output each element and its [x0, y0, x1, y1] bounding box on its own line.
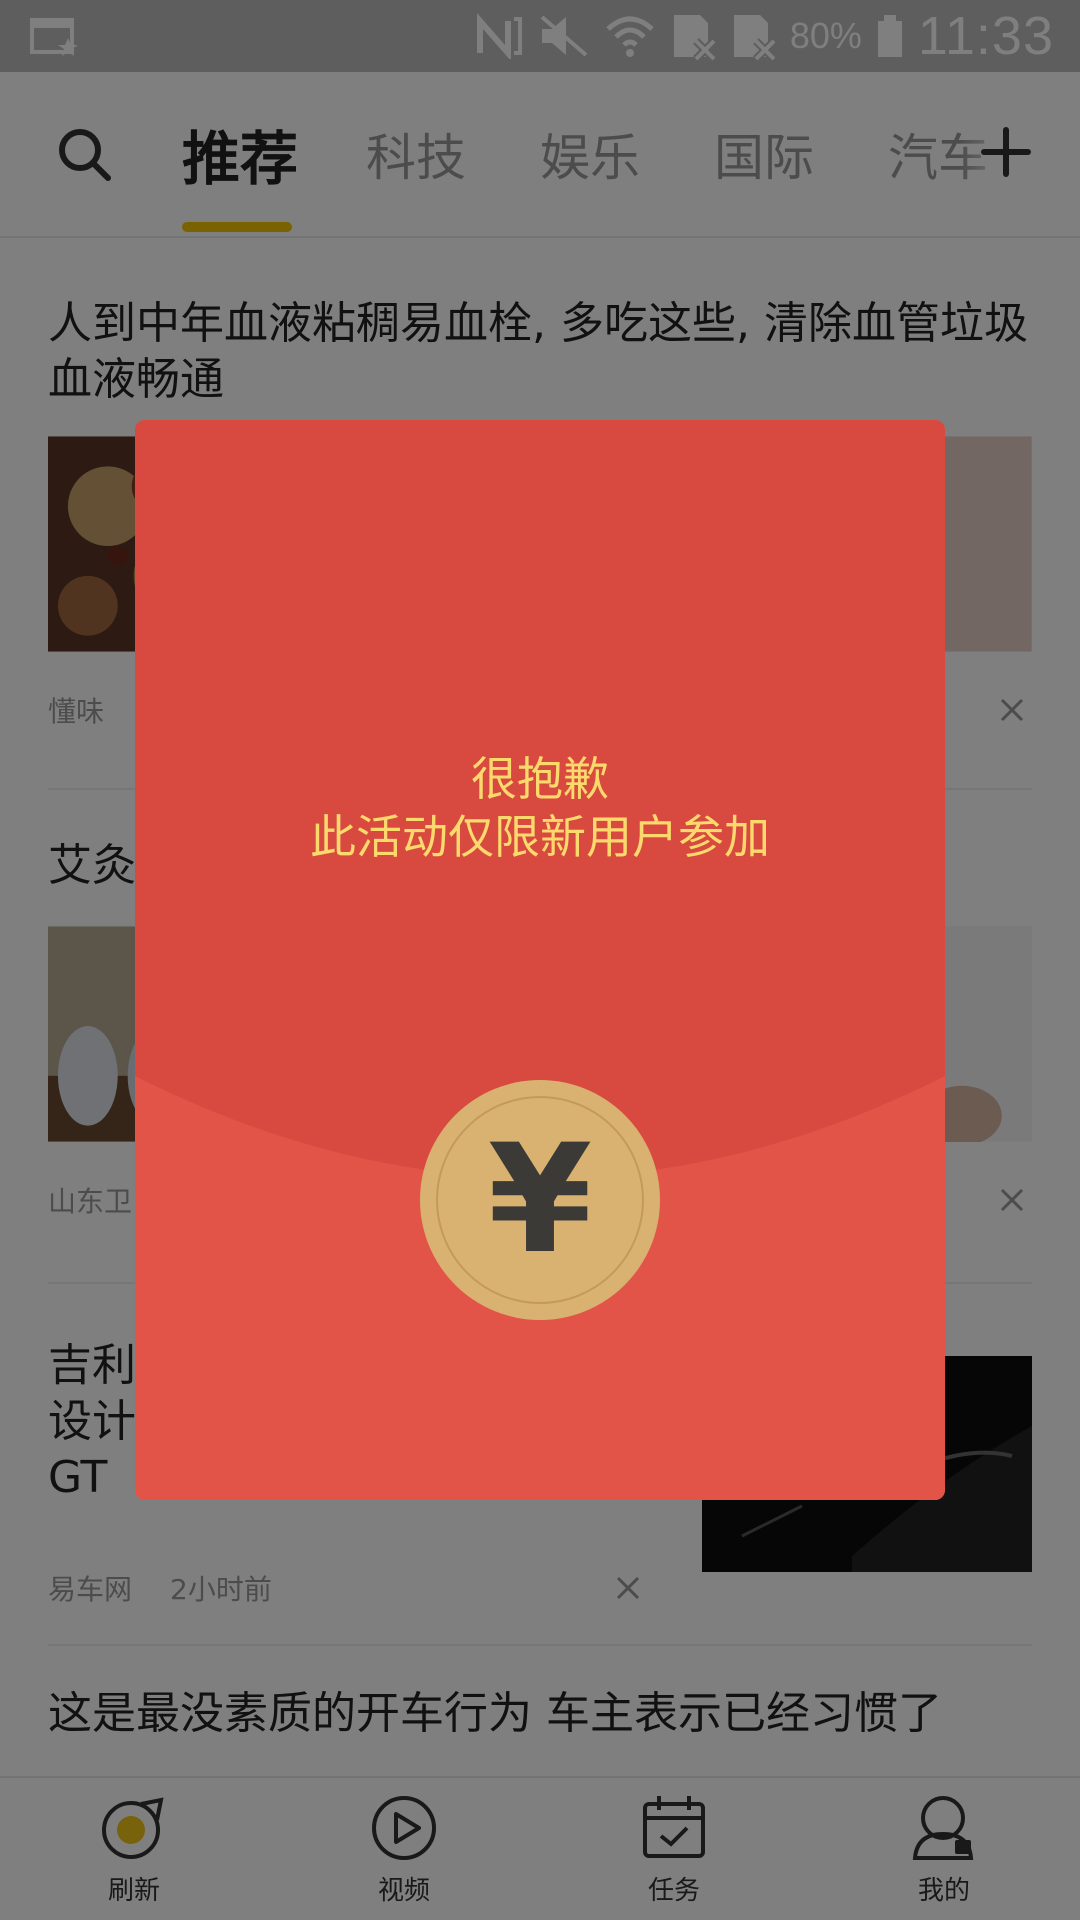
- red-envelope-modal[interactable]: 很抱歉 此活动仅限新用户参加 ¥: [135, 420, 945, 1500]
- yuan-icon: ¥: [487, 1113, 593, 1287]
- message-line-1: 很抱歉: [471, 752, 609, 806]
- open-coin-button[interactable]: ¥: [420, 1080, 660, 1320]
- message-line-2: 此活动仅限新用户参加: [310, 810, 770, 864]
- envelope-message: 很抱歉 此活动仅限新用户参加: [135, 750, 945, 866]
- envelope-flap: [135, 420, 945, 1500]
- app-screen: 80% 11:33 推荐 科技 娱乐 国际 汽车 人到中年血液粘稠易血栓, 多吃…: [0, 0, 1080, 1920]
